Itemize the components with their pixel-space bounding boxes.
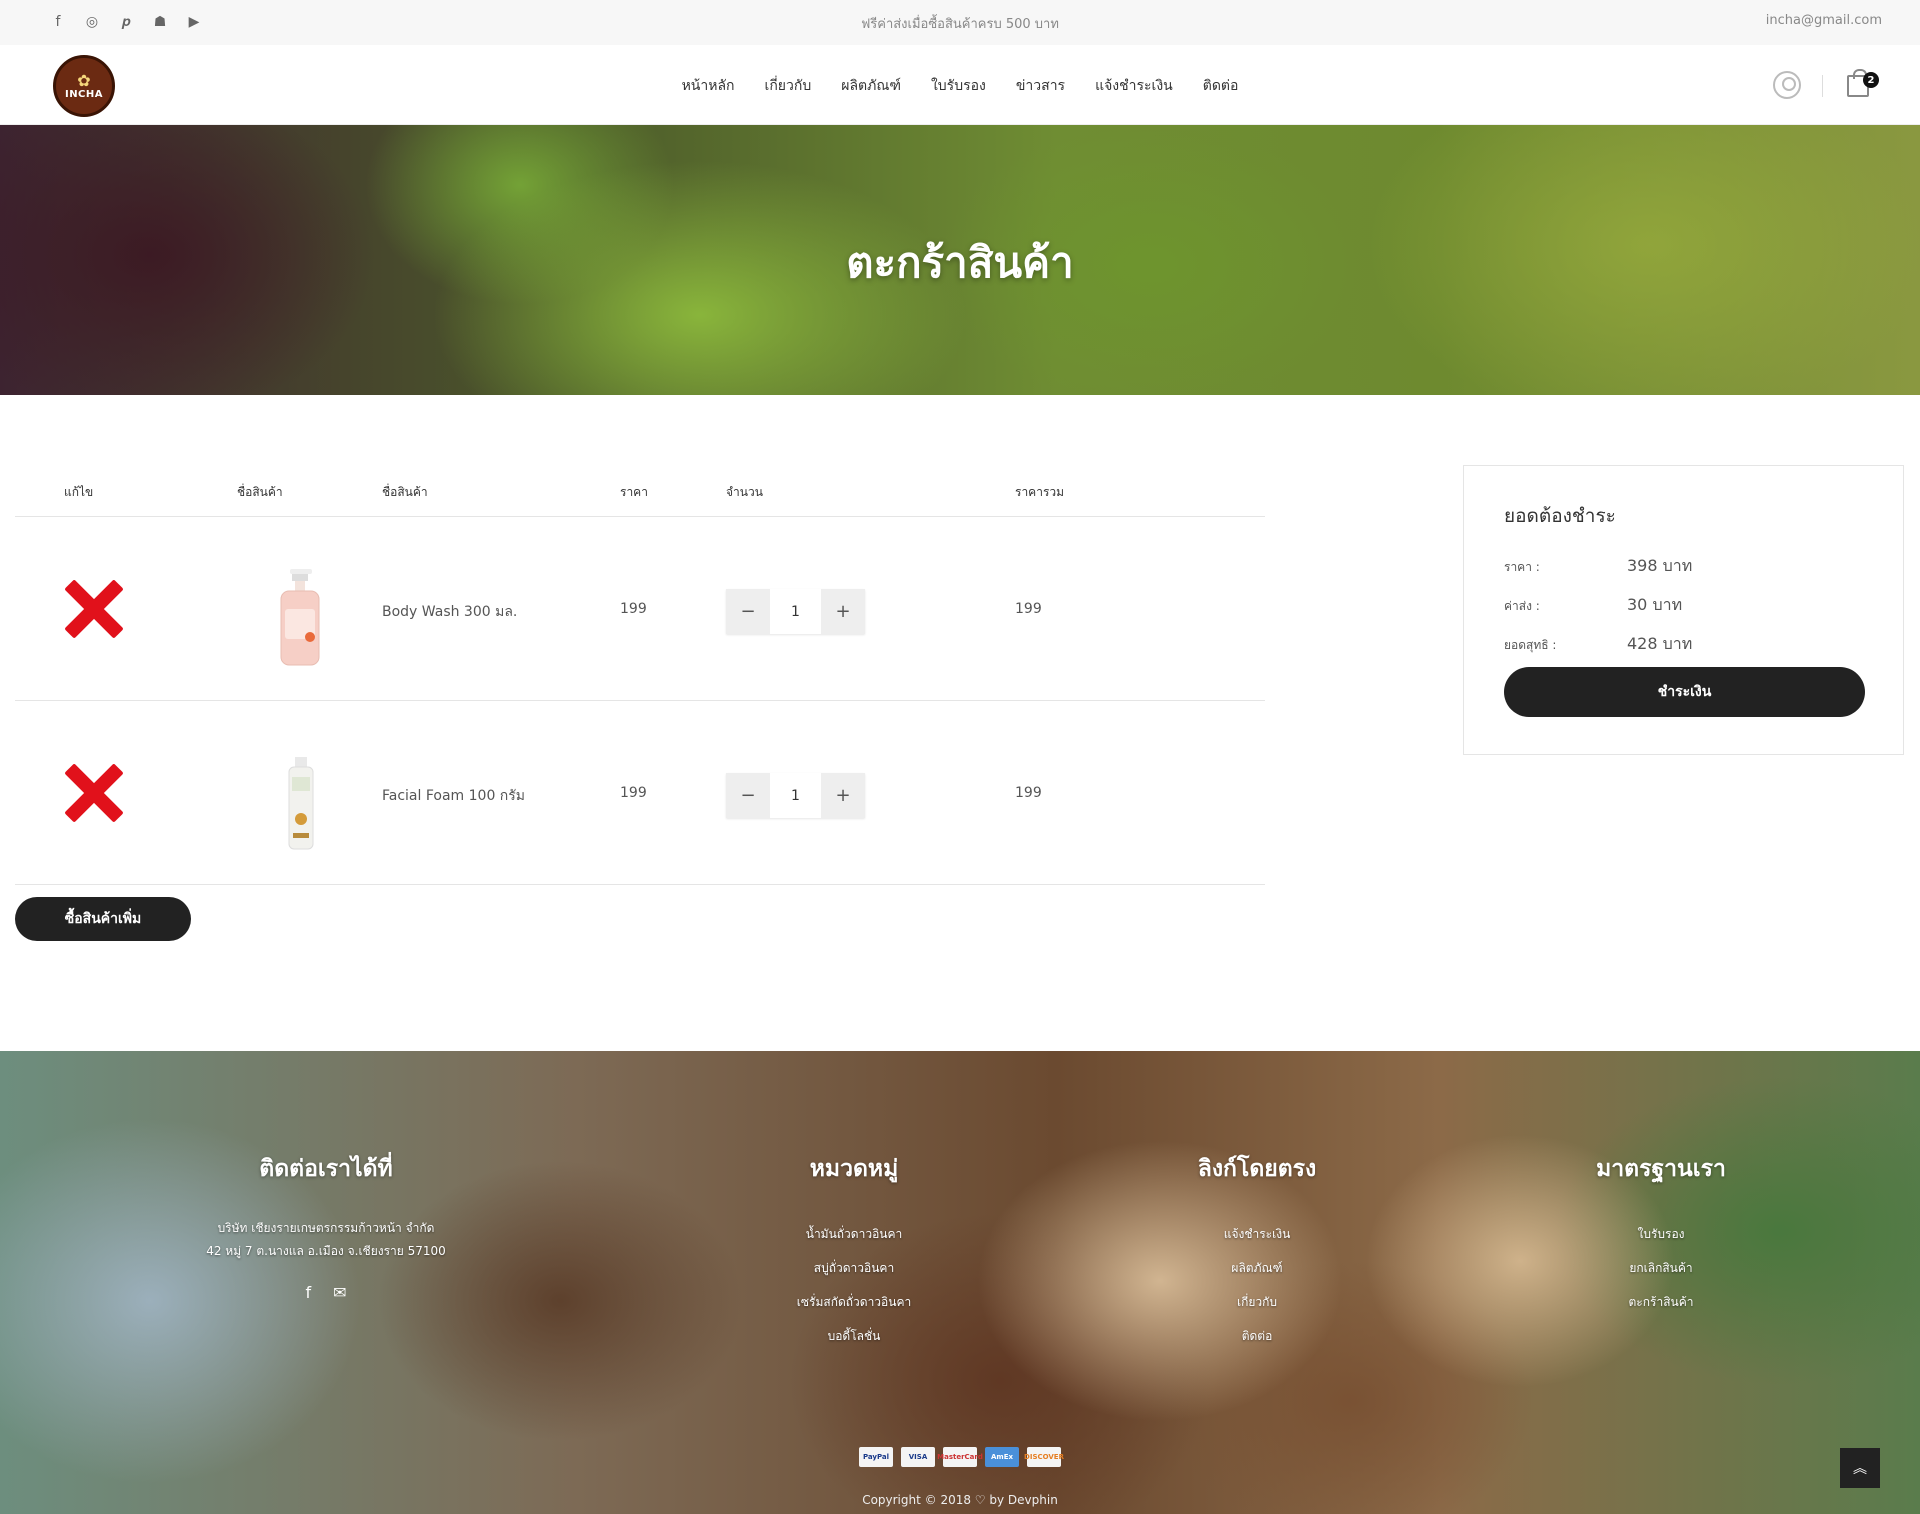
company-address: 42 หมู่ 7 ต.นางแล อ.เมือง จ.เชียงราย 571… <box>206 1244 446 1258</box>
footer-link[interactable]: เซรั่มสกัดถั่วดาวอินคา <box>674 1285 1034 1319</box>
quantity-input[interactable]: 1 <box>770 589 821 634</box>
quantity-input[interactable]: 1 <box>770 773 821 818</box>
facebook-icon[interactable]: f <box>305 1283 311 1302</box>
site-header: ✿ INCHA หน้าหลัก เกี่ยวกับ ผลิตภัณฑ์ ใบร… <box>0 45 1920 125</box>
remove-item-icon[interactable] <box>63 578 125 640</box>
top-bar: f ◎ 𝒑 ☗ ▶ ฟรีค่าส่งเมื่อซื้อสินค้าครบ 50… <box>0 0 1920 45</box>
company-name: บริษัท เชียงรายเกษตรกรรมก้าวหน้า จำกัด <box>217 1221 435 1235</box>
footer-link[interactable]: ผลิตภัณฑ์ <box>1077 1251 1437 1285</box>
net-label: ยอดสุทธิ : <box>1504 638 1557 652</box>
checkout-button[interactable]: ชำระเงิน <box>1504 667 1865 717</box>
price-label: ราคา : <box>1504 560 1540 574</box>
net-value: 428 บาท <box>1627 634 1693 653</box>
header-quantity: จำนวน <box>726 485 763 499</box>
product-price: 199 <box>620 785 647 801</box>
paypal-icon: PayPal <box>859 1447 893 1467</box>
nav-contact[interactable]: ติดต่อ <box>1203 75 1239 97</box>
footer-categories-title: หมวดหมู่ <box>809 1156 899 1182</box>
decrease-quantity-button[interactable]: − <box>726 773 770 818</box>
visa-icon: VISA <box>901 1447 935 1467</box>
header-product-image: ชื่อสินค้า <box>237 485 283 499</box>
footer-link[interactable]: แจ้งชำระเงิน <box>1077 1217 1437 1251</box>
header-edit: แก้ไข <box>64 485 94 499</box>
discover-icon: DISCOVER <box>1024 1447 1064 1467</box>
remove-item-icon[interactable] <box>63 762 125 824</box>
continue-shopping-button[interactable]: ซื้อสินค้าเพิ่ม <box>15 897 191 941</box>
footer-social: f ✉ <box>146 1283 506 1302</box>
cart-table-header: แก้ไข ชื่อสินค้า ชื่อสินค้า ราคา จำนวน ร… <box>15 465 1265 517</box>
nav-certificates[interactable]: ใบรับรอง <box>931 75 986 97</box>
nav-payment-notice[interactable]: แจ้งชำระเงิน <box>1095 75 1173 97</box>
summary-title: ยอดต้องชำระ <box>1504 505 1616 527</box>
footer-contact-title: ติดต่อเราได้ที่ <box>259 1156 393 1182</box>
hero-banner: ตะกร้าสินค้า <box>0 125 1920 395</box>
product-name[interactable]: Facial Foam 100 กรัม <box>382 785 525 807</box>
footer-contact: ติดต่อเราได้ที่ บริษัท เชียงรายเกษตรกรรม… <box>146 1151 506 1302</box>
product-image-facial-foam <box>288 757 314 850</box>
nav-about[interactable]: เกี่ยวกับ <box>765 75 812 97</box>
cart-table: แก้ไข ชื่อสินค้า ชื่อสินค้า ราคา จำนวน ร… <box>15 465 1265 885</box>
cart-row: Facial Foam 100 กรัม 199 − 1 + 199 <box>15 701 1265 885</box>
footer-link[interactable]: ตะกร้าสินค้า <box>1481 1285 1841 1319</box>
footer-link[interactable]: ใบรับรอง <box>1481 1217 1841 1251</box>
nav-products[interactable]: ผลิตภัณฑ์ <box>841 75 901 97</box>
header-product-name: ชื่อสินค้า <box>382 485 428 499</box>
row-total: 199 <box>1015 785 1042 801</box>
header-divider <box>1822 75 1823 97</box>
header-total: ราคารวม <box>1015 485 1065 499</box>
mail-icon[interactable]: ✉ <box>333 1283 346 1302</box>
shipping-label: ค่าส่ง : <box>1504 599 1540 613</box>
promo-text: ฟรีค่าส่งเมื่อซื้อสินค้าครบ 500 บาท <box>861 17 1059 32</box>
footer-links-title: ลิงก์โดยตรง <box>1197 1156 1317 1182</box>
footer-standards: มาตรฐานเรา ใบรับรอง ยกเลิกสินค้า ตะกร้าส… <box>1481 1151 1841 1319</box>
site-footer: ติดต่อเราได้ที่ บริษัท เชียงรายเกษตรกรรม… <box>0 1051 1920 1514</box>
footer-standards-title: มาตรฐานเรา <box>1596 1156 1726 1182</box>
page-title: ตะกร้าสินค้า <box>846 238 1074 287</box>
nav-home[interactable]: หน้าหลัก <box>682 75 735 97</box>
payment-methods: PayPal VISA MasterCard AmEx DISCOVER <box>0 1447 1920 1467</box>
footer-link[interactable]: น้ำมันถั่วดาวอินคา <box>674 1217 1034 1251</box>
product-price: 199 <box>620 601 647 617</box>
footer-categories: หมวดหมู่ น้ำมันถั่วดาวอินคา สบู่ถั่วดาวอ… <box>674 1151 1034 1353</box>
amex-icon: AmEx <box>985 1447 1019 1467</box>
footer-link[interactable]: เกี่ยวกับ <box>1077 1285 1437 1319</box>
footer-link[interactable]: ยกเลิกสินค้า <box>1481 1251 1841 1285</box>
footer-link[interactable]: ติดต่อ <box>1077 1319 1437 1353</box>
copyright: Copyright © 2018 ♡ by Devphin <box>862 1493 1058 1507</box>
quantity-stepper: − 1 + <box>726 773 865 818</box>
increase-quantity-button[interactable]: + <box>821 773 865 818</box>
header-price: ราคา <box>620 485 648 499</box>
back-to-top-button[interactable]: ︽ <box>1840 1448 1880 1488</box>
cart-row: Body Wash 300 มล. 199 − 1 + 199 <box>15 517 1265 701</box>
cart-count-badge: 2 <box>1863 72 1879 88</box>
contact-email[interactable]: incha@gmail.com <box>1766 13 1882 28</box>
footer-direct-links: ลิงก์โดยตรง แจ้งชำระเงิน ผลิตภัณฑ์ เกี่ย… <box>1077 1151 1437 1353</box>
increase-quantity-button[interactable]: + <box>821 589 865 634</box>
nav-news[interactable]: ข่าวสาร <box>1016 75 1065 97</box>
row-total: 199 <box>1015 601 1042 617</box>
decrease-quantity-button[interactable]: − <box>726 589 770 634</box>
footer-link[interactable]: บอดี้โลชั่น <box>674 1319 1034 1353</box>
product-image-body-wash <box>280 569 320 666</box>
price-value: 398 บาท <box>1627 556 1693 575</box>
main-nav: หน้าหลัก เกี่ยวกับ ผลิตภัณฑ์ ใบรับรอง ข่… <box>0 75 1920 97</box>
order-summary: ยอดต้องชำระ ราคา : 398 บาท ค่าส่ง : 30 บ… <box>1463 465 1904 755</box>
shipping-value: 30 บาท <box>1627 595 1683 614</box>
footer-link[interactable]: สบู่ถั่วดาวอินคา <box>674 1251 1034 1285</box>
mastercard-icon: MasterCard <box>937 1447 983 1467</box>
user-icon[interactable] <box>1773 71 1801 99</box>
quantity-stepper: − 1 + <box>726 589 865 634</box>
product-name[interactable]: Body Wash 300 มล. <box>382 601 517 623</box>
